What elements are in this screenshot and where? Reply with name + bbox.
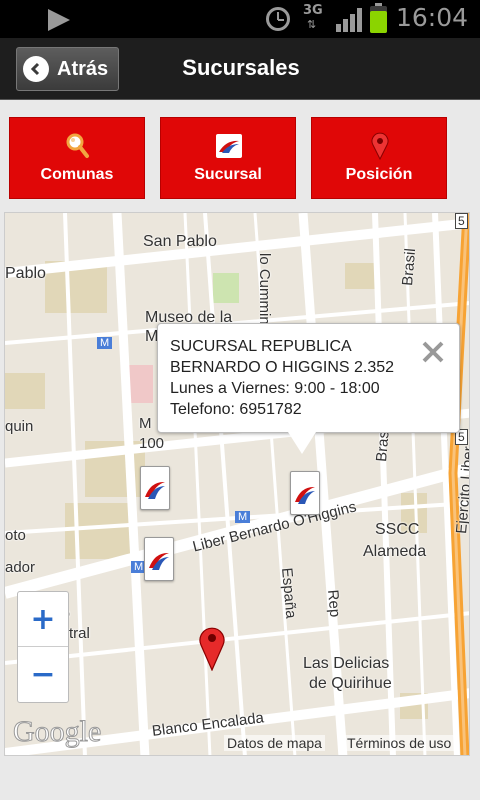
- search-mode-tabs: Comunas Sucursal Posición: [0, 101, 480, 211]
- zoom-controls: + −: [17, 591, 69, 703]
- map-footer: Datos de mapa Términos de uso: [5, 731, 469, 755]
- bank-logo-icon: [295, 486, 315, 504]
- zoom-out-button[interactable]: −: [18, 647, 68, 702]
- tab-sucursal-label: Sucursal: [194, 166, 262, 183]
- terms-link[interactable]: Términos de uso: [344, 735, 455, 751]
- magnifier-icon: [66, 133, 89, 158]
- metro-icon: M: [235, 511, 251, 523]
- route-shield: 5: [455, 213, 468, 229]
- street-label: quin: [5, 418, 34, 435]
- tab-sucursal[interactable]: Sucursal: [160, 117, 296, 199]
- battery-icon: [370, 3, 387, 33]
- back-button[interactable]: Atrás: [16, 47, 119, 91]
- back-button-label: Atrás: [57, 57, 109, 80]
- street-label: Brasil: [399, 247, 420, 287]
- tab-comunas[interactable]: Comunas: [9, 117, 145, 199]
- tab-comunas-label: Comunas: [40, 166, 114, 183]
- close-icon[interactable]: [421, 340, 445, 364]
- poi-label: SSCC: [375, 521, 420, 538]
- metro-icon: M: [97, 337, 113, 349]
- bank-logo-icon: [149, 552, 169, 570]
- poi-label: de Quirihue: [309, 675, 392, 692]
- poi-label: Alameda: [363, 543, 427, 560]
- data-arrows-icon: ⇅: [307, 18, 317, 31]
- app-header: Atrás Sucursales: [0, 38, 480, 100]
- network-indicator: 3G ⇅: [303, 3, 323, 32]
- clock: 16:04: [396, 3, 469, 32]
- street-label: ador: [5, 559, 36, 576]
- signal-icon: [336, 8, 364, 32]
- branch-phone: Telefono: 6951782: [170, 401, 302, 418]
- branch-name: SUCURSAL REPUBLICA: [170, 338, 352, 355]
- street-label: tral: [69, 625, 90, 642]
- street-label: lo Cumming: [256, 253, 273, 334]
- alarm-icon: [266, 7, 290, 31]
- map-streets: [5, 213, 469, 755]
- current-position-pin-icon[interactable]: [197, 625, 227, 671]
- branch-address: BERNARDO O HIGGINS 2.352: [170, 359, 395, 376]
- info-window-pointer: [288, 432, 316, 454]
- street-label: Pablo: [5, 265, 46, 282]
- poi-label: Las Delicias: [303, 655, 390, 672]
- battery-level: [370, 11, 387, 33]
- map-data-link[interactable]: Datos de mapa: [224, 735, 325, 751]
- bank-logo-icon: [145, 481, 165, 499]
- zoom-in-button[interactable]: +: [18, 592, 68, 647]
- poi-label: M: [139, 415, 152, 432]
- status-bar: 3G ⇅ 16:04: [0, 0, 480, 38]
- play-notification-icon: [48, 9, 70, 31]
- back-arrow-icon: [23, 56, 49, 82]
- street-label: Rep: [324, 589, 344, 618]
- page-title: Sucursales: [182, 55, 300, 80]
- tab-posicion[interactable]: Posición: [311, 117, 447, 199]
- tab-posicion-label: Posición: [345, 166, 413, 183]
- street-label: oto: [5, 527, 26, 544]
- branch-marker[interactable]: [144, 537, 174, 581]
- branch-info-window[interactable]: SUCURSAL REPUBLICA BERNARDO O HIGGINS 2.…: [157, 323, 460, 433]
- poi-label: 100: [139, 435, 165, 452]
- branch-marker[interactable]: [140, 466, 170, 510]
- branch-map[interactable]: San Pablo Pablo lo Cumming Brasil Museo …: [4, 212, 470, 756]
- bank-logo-icon: [216, 134, 242, 158]
- branch-hours: Lunes a Viernes: 9:00 - 18:00: [170, 380, 380, 397]
- map-pin-icon: [371, 132, 389, 160]
- selected-branch-marker[interactable]: [290, 471, 320, 515]
- street-label: San Pablo: [143, 233, 217, 250]
